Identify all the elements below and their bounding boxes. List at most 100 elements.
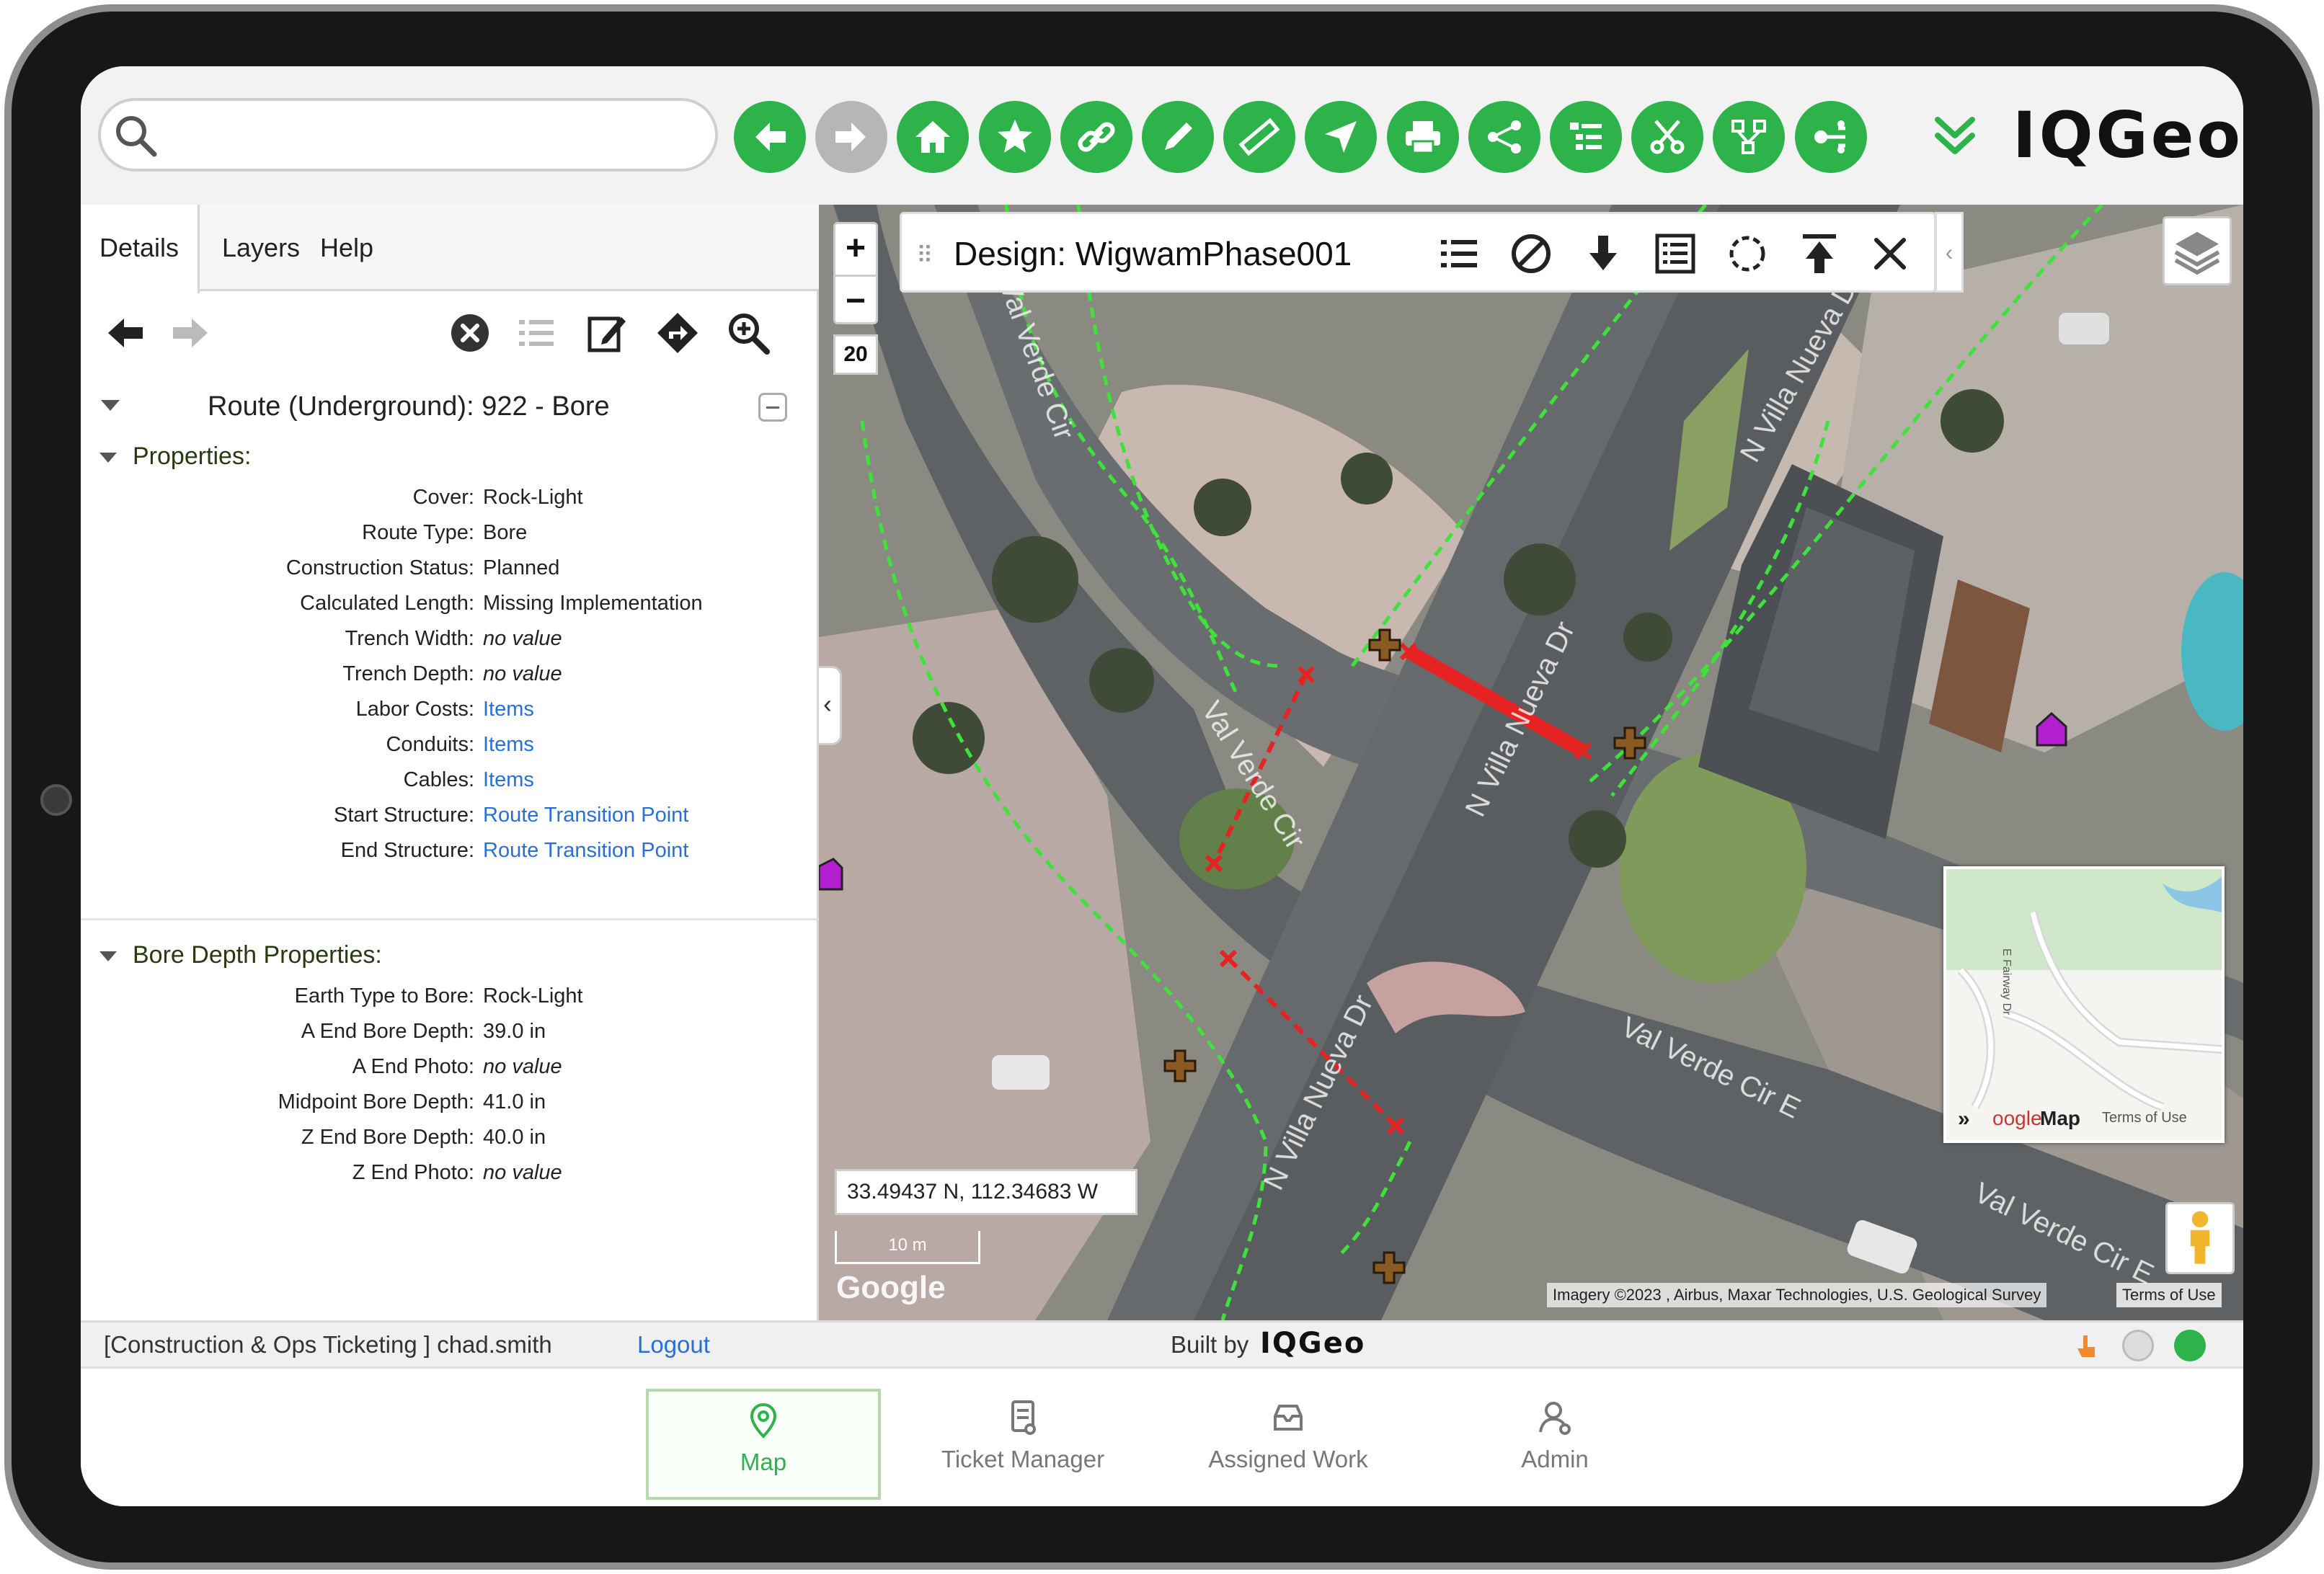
nav-label: Ticket Manager: [941, 1446, 1105, 1472]
location-button[interactable]: [1305, 101, 1378, 173]
status-bar: [Construction & Ops Ticketing ] chad.smi…: [81, 1320, 2243, 1366]
property-link[interactable]: Items: [483, 733, 534, 757]
built-by-label: Built by: [1171, 1331, 1249, 1358]
drag-handle-icon[interactable]: ⠿: [916, 241, 933, 269]
minimap-terms[interactable]: Terms of Use: [2102, 1110, 2187, 1126]
directions-icon[interactable]: [655, 310, 701, 356]
property-link[interactable]: Route Transition Point: [483, 804, 688, 827]
forward-arrow-icon[interactable]: [167, 310, 213, 356]
upload-icon[interactable]: [1796, 230, 1843, 277]
property-link[interactable]: Route Transition Point: [483, 839, 688, 863]
scale-bar: 10 m: [835, 1231, 980, 1264]
panel-collapse-button[interactable]: ‹: [819, 666, 842, 745]
home-button[interactable]: [897, 101, 970, 173]
tools-button[interactable]: [1631, 101, 1704, 173]
property-link[interactable]: Items: [483, 698, 534, 721]
cancel-icon[interactable]: [1507, 230, 1555, 277]
zoom-in-button[interactable]: +: [835, 224, 876, 273]
properties-header-label: Properties:: [133, 443, 252, 470]
back-arrow-icon[interactable]: [102, 310, 148, 356]
tab-details[interactable]: Details: [81, 205, 200, 293]
minimize-button[interactable]: [758, 393, 787, 422]
top-toolbar: IQGeo: [81, 66, 2243, 205]
edit-icon[interactable]: [584, 310, 630, 356]
tab-help[interactable]: Help: [301, 205, 392, 291]
nav-map[interactable]: Map: [646, 1389, 881, 1500]
logo-text: IQGeo: [2013, 98, 2243, 172]
nav-assigned-work[interactable]: Assigned Work: [1171, 1389, 1406, 1500]
measure-button[interactable]: [1223, 101, 1296, 173]
coordinate-readout: 33.49437 N, 112.34683 W: [835, 1169, 1137, 1215]
property-row: A End Bore Depth: 39.0 in: [81, 1020, 819, 1056]
nav-ticket-manager[interactable]: Ticket Manager: [905, 1389, 1140, 1500]
nav-admin[interactable]: Admin: [1437, 1389, 1672, 1500]
network-button[interactable]: [1713, 101, 1786, 173]
zoom-level: 20: [833, 334, 878, 375]
layers-button[interactable]: [2163, 216, 2232, 285]
list-icon[interactable]: [513, 310, 559, 356]
chevron-down-icon[interactable]: [1926, 107, 1984, 164]
notification-icon[interactable]: [2122, 1330, 2154, 1361]
minimap-roads: [1946, 869, 2222, 1111]
terms-of-use-link[interactable]: Terms of Use: [2116, 1283, 2222, 1307]
arrow-left-icon: [755, 123, 786, 151]
property-value: 40.0 in: [483, 1126, 546, 1149]
connection-status-icon: [2174, 1330, 2206, 1361]
edit-button[interactable]: [1142, 101, 1214, 173]
details-list-icon[interactable]: [1651, 230, 1699, 277]
properties-section-header[interactable]: Properties:: [99, 443, 251, 471]
bore-depth-section-header[interactable]: Bore Depth Properties:: [99, 941, 382, 969]
section-divider: [81, 918, 819, 920]
map-view[interactable]: Val Verde Cir Val Verde Cir N Villa Nuev…: [819, 205, 2243, 1320]
design-toolbar: ⠿ Design: WigwamPhase001: [900, 212, 1936, 293]
share-button[interactable]: [1468, 101, 1540, 173]
property-key: Z End Photo:: [352, 1161, 474, 1184]
property-value: 41.0 in: [483, 1090, 546, 1113]
arrow-right-icon: [835, 123, 866, 151]
property-value: Rock-Light: [483, 984, 583, 1008]
property-row: Conduits: Items: [81, 733, 819, 769]
zoom-control: + −: [833, 222, 878, 324]
property-link[interactable]: Items: [483, 768, 534, 792]
logout-link[interactable]: Logout: [637, 1331, 710, 1359]
property-key: Labor Costs:: [355, 698, 474, 721]
trace-button[interactable]: [1794, 101, 1867, 173]
bookmark-button[interactable]: [978, 101, 1051, 173]
property-key: A End Photo:: [352, 1055, 474, 1078]
property-value: 39.0 in: [483, 1020, 546, 1043]
clear-icon[interactable]: [447, 310, 493, 356]
print-button[interactable]: [1386, 101, 1459, 173]
property-key: Start Structure:: [333, 804, 474, 827]
overview-minimap[interactable]: E Fairway Dr » oogle Map Terms of Use: [1943, 866, 2225, 1143]
user-info: [Construction & Ops Ticketing ] chad.smi…: [104, 1331, 552, 1358]
list-icon[interactable]: [1435, 230, 1483, 277]
property-value: Bore: [483, 521, 528, 544]
minimap-expand-icon[interactable]: »: [1958, 1107, 1970, 1131]
select-area-icon[interactable]: [1724, 230, 1771, 277]
close-icon[interactable]: [1866, 230, 1914, 277]
property-row: Z End Photo: no value: [81, 1161, 819, 1197]
back-button[interactable]: [734, 101, 806, 173]
google-logo: Google: [836, 1270, 946, 1305]
zoom-out-button[interactable]: −: [835, 275, 876, 324]
panel-tabs: Details Layers Help: [81, 205, 819, 293]
forward-button[interactable]: [815, 101, 888, 173]
search-input[interactable]: [98, 98, 718, 172]
tree-button[interactable]: [1550, 101, 1622, 173]
home-icon: [915, 121, 951, 153]
street-view-pegman[interactable]: [2165, 1202, 2235, 1274]
star-icon: [997, 120, 1032, 153]
zoom-in-icon[interactable]: [725, 310, 771, 356]
link-button[interactable]: [1060, 101, 1132, 173]
property-value: no value: [483, 1161, 562, 1184]
minimap-google-logo: oogle: [1992, 1107, 2042, 1129]
design-collapse-button[interactable]: ‹: [1935, 212, 1964, 293]
download-icon[interactable]: [1579, 230, 1627, 277]
inbox-icon: [1274, 1405, 1303, 1431]
property-key: End Structure:: [340, 839, 474, 862]
app-screen: IQGeo Details Layers Help Route (Undergr…: [81, 66, 2243, 1506]
property-row: Labor Costs: Items: [81, 698, 819, 734]
property-row: Route Type: Bore: [81, 521, 819, 557]
touch-icon[interactable]: [2070, 1330, 2102, 1361]
collapse-triangle-icon[interactable]: [101, 400, 120, 411]
